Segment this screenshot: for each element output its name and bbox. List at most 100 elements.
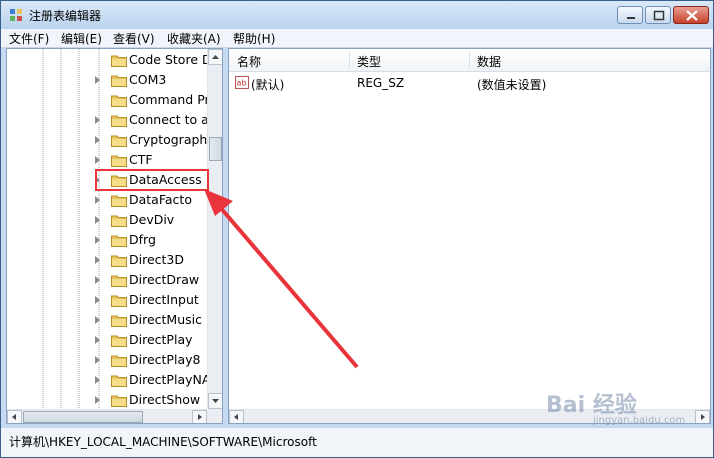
baidu-watermark-url: jingyan.baidu.com <box>593 415 686 426</box>
scroll-corner <box>207 409 222 423</box>
tree-item[interactable]: DevDiv <box>7 210 207 230</box>
expand-arrow-icon[interactable] <box>95 376 100 384</box>
folder-icon <box>111 95 127 107</box>
tree-item-label: Connect to a <box>129 112 209 127</box>
column-header: 名称 类型 数据 <box>229 49 710 72</box>
expand-arrow-icon[interactable] <box>95 316 100 324</box>
menu-favorites[interactable]: 收藏夹(A) <box>167 30 221 47</box>
tree-item[interactable]: Command Pr <box>7 90 210 110</box>
maximize-icon <box>653 10 665 21</box>
tree-item[interactable]: DirectPlay <box>7 330 207 350</box>
tree-item[interactable]: DirectDraw <box>7 270 207 290</box>
folder-icon <box>111 355 127 367</box>
expand-arrow-icon[interactable] <box>95 396 100 404</box>
folder-icon <box>111 55 127 67</box>
column-data[interactable]: 数据 <box>477 53 501 70</box>
tree-item-label: Command Pr <box>129 92 210 107</box>
folder-icon <box>111 335 127 347</box>
folder-icon <box>111 235 127 247</box>
tree-item-label: DirectShow <box>129 392 201 407</box>
tree-item-label: Cryptography <box>129 132 215 147</box>
value-type: REG_SZ <box>357 76 405 90</box>
folder-icon <box>111 295 127 307</box>
column-divider[interactable] <box>349 51 350 69</box>
scroll-up-button[interactable] <box>208 49 222 65</box>
expand-arrow-icon[interactable] <box>95 156 100 164</box>
menu-bar: 文件(F) 编辑(E) 查看(V) 收藏夹(A) 帮助(H) <box>1 29 713 48</box>
expand-arrow-icon[interactable] <box>95 216 100 224</box>
tree-item[interactable]: Dfrg <box>7 230 207 250</box>
tree-item-label: COM3 <box>129 72 167 87</box>
column-divider[interactable] <box>469 51 470 69</box>
column-name[interactable]: 名称 <box>237 53 261 70</box>
close-icon <box>686 10 698 21</box>
menu-file[interactable]: 文件(F) <box>9 30 49 47</box>
scroll-left-button[interactable] <box>7 410 22 423</box>
menu-view[interactable]: 查看(V) <box>113 30 155 47</box>
folder-icon <box>111 155 127 167</box>
expand-arrow-icon[interactable] <box>95 76 100 84</box>
scroll-up-icon <box>212 55 219 59</box>
expand-arrow-icon[interactable] <box>95 116 100 124</box>
registry-editor-window: 注册表编辑器 文件(F) 编辑(E) 查看(V) 收藏夹(A) 帮助(H) Co… <box>0 0 714 458</box>
tree-item[interactable]: CTF <box>7 150 207 170</box>
expand-arrow-icon[interactable] <box>95 236 100 244</box>
expand-arrow-icon[interactable] <box>95 196 100 204</box>
tree-horizontal-scrollbar[interactable] <box>7 409 207 423</box>
dataaccess-highlight-box <box>95 169 209 191</box>
expand-arrow-icon[interactable] <box>95 256 100 264</box>
folder-icon <box>111 275 127 287</box>
status-bar: 计算机\HKEY_LOCAL_MACHINE\SOFTWARE\Microsof… <box>1 427 713 457</box>
values-scroll-right-button[interactable] <box>695 410 710 423</box>
tree-item[interactable]: Direct3D <box>7 250 207 270</box>
folder-icon <box>111 135 127 147</box>
tree-item-label: DirectInput <box>129 292 199 307</box>
menu-edit[interactable]: 编辑(E) <box>61 30 102 47</box>
value-data: (数值未设置) <box>477 78 547 92</box>
registry-app-icon <box>10 9 22 21</box>
tree-item[interactable]: DirectPlayNAT <box>7 370 217 390</box>
expand-arrow-icon[interactable] <box>95 356 100 364</box>
tree-item[interactable]: Connect to a <box>7 110 209 130</box>
expand-arrow-icon[interactable] <box>95 276 100 284</box>
menu-help[interactable]: 帮助(H) <box>233 30 275 47</box>
tree-item[interactable]: DirectPlay8 <box>7 350 207 370</box>
values-scroll-left-button[interactable] <box>229 410 244 423</box>
close-button[interactable] <box>673 6 709 24</box>
tree-item[interactable]: DirectInput <box>7 290 207 310</box>
folder-icon <box>111 395 127 407</box>
tree-item-label: DirectMusic <box>129 312 202 327</box>
value-row[interactable]: ab (默认) REG_SZ (数值未设置) <box>229 73 710 93</box>
folder-icon <box>111 195 127 207</box>
tree-item[interactable]: COM3 <box>7 70 207 90</box>
scroll-down-button[interactable] <box>208 393 222 409</box>
tree-item-label: DirectPlayNAT <box>129 372 218 387</box>
tree-item-label: DevDiv <box>129 212 175 227</box>
tree-item[interactable]: Code Store D <box>7 50 212 70</box>
folder-icon <box>111 255 127 267</box>
title-bar[interactable]: 注册表编辑器 <box>1 1 713 29</box>
tree-item-label: Dfrg <box>129 232 156 247</box>
expand-arrow-icon[interactable] <box>95 336 100 344</box>
column-type[interactable]: 类型 <box>357 53 381 70</box>
minimize-button[interactable] <box>617 6 643 24</box>
registry-tree-pane[interactable]: Code Store D COM3 Command Pr Connect to a Cr… <box>6 48 223 424</box>
tree-vertical-scrollbar[interactable] <box>207 49 222 409</box>
expand-arrow-icon[interactable] <box>95 136 100 144</box>
tree-item[interactable]: Cryptography <box>7 130 215 150</box>
tree-item[interactable]: DataFacto <box>7 190 207 210</box>
expand-arrow-icon[interactable] <box>95 296 100 304</box>
window-title: 注册表编辑器 <box>29 9 102 23</box>
scroll-right-button[interactable] <box>192 410 207 423</box>
tree-item-label: DirectDraw <box>129 272 200 287</box>
tree-item[interactable]: DirectShow <box>7 390 207 410</box>
folder-icon <box>111 215 127 227</box>
tree-hscroll-thumb[interactable] <box>23 411 143 423</box>
tree-item-label: DirectPlay8 <box>129 352 201 367</box>
tree-item[interactable]: DirectMusic <box>7 310 207 330</box>
tree-scroll-thumb[interactable] <box>209 137 222 161</box>
registry-values-pane[interactable]: 名称 类型 数据 ab (默认) REG_SZ (数值未设置) <box>228 48 711 424</box>
folder-icon <box>111 115 127 127</box>
tree-item-label: Code Store D <box>129 52 212 67</box>
maximize-button[interactable] <box>645 6 671 24</box>
